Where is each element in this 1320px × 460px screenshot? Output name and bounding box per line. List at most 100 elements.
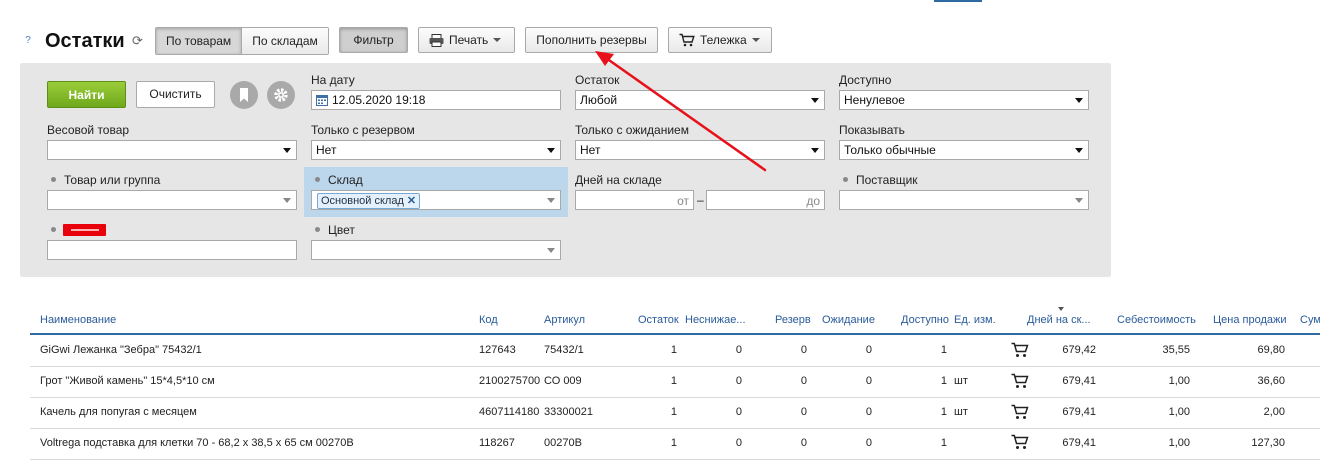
col-article[interactable]: Артикул	[544, 314, 585, 327]
available-value: Ненулевое	[844, 93, 905, 107]
table-row[interactable]: Voltrega подставка для клетки 70 - 68,2 …	[0, 429, 1320, 459]
available-label: Доступно	[839, 73, 892, 87]
bullet-icon	[315, 227, 320, 233]
table-header-divider	[30, 333, 1320, 335]
supplier-label-text: Поставщик	[856, 173, 918, 187]
cart-icon[interactable]	[1011, 342, 1029, 358]
clear-button[interactable]: Очистить	[136, 81, 215, 108]
cell-min-stock: 0	[735, 344, 742, 356]
cart-icon[interactable]	[1011, 373, 1029, 389]
tab-by-warehouses[interactable]: По складам	[241, 28, 328, 54]
cell-code: 4607114180	[479, 406, 540, 418]
date-value: 12.05.2020 19:18	[332, 93, 426, 107]
cell-days: 679,42	[1062, 344, 1096, 356]
available-select[interactable]: Ненулевое	[839, 90, 1089, 110]
find-button[interactable]: Найти	[47, 81, 126, 108]
product-select[interactable]	[47, 190, 297, 210]
color-label: Цвет	[315, 223, 355, 237]
cell-days: 679,41	[1062, 375, 1096, 387]
cell-price: 2,00	[1263, 406, 1285, 418]
col-cost[interactable]: Себестоимость	[1117, 314, 1196, 327]
col-price[interactable]: Цена продажи	[1213, 314, 1287, 327]
bookmark-icon[interactable]	[230, 81, 258, 109]
chevron-down-icon	[283, 148, 291, 153]
col-days[interactable]: Дней на ск...	[1027, 314, 1091, 327]
col-sum[interactable]: Сумм	[1300, 314, 1320, 327]
color-select[interactable]	[311, 240, 561, 260]
close-icon[interactable]: ✕	[407, 194, 416, 208]
cell-min-stock: 0	[735, 406, 742, 418]
days-from-input[interactable]: от	[575, 190, 694, 210]
table-row[interactable]: GiGwi Лежанка "Зебра" 75432/1 127643 754…	[0, 336, 1320, 366]
show-label: Показывать	[839, 123, 905, 137]
col-name[interactable]: Наименование	[40, 314, 116, 327]
cell-available: 1	[940, 344, 947, 356]
cell-stock: 1	[670, 344, 677, 356]
cell-name: Voltrega подставка для клетки 70 - 68,2 …	[40, 437, 354, 449]
cart-icon[interactable]	[1011, 404, 1029, 420]
cell-min-stock: 0	[735, 437, 742, 449]
table-row[interactable]: Грот "Живой камень" 15*4,5*10 см 2100275…	[0, 367, 1320, 397]
col-available[interactable]: Доступно	[901, 314, 949, 327]
chevron-down-icon	[751, 38, 760, 42]
cell-price: 36,60	[1257, 375, 1285, 387]
cell-code: 2100275700	[479, 375, 541, 387]
days-to-placeholder: до	[806, 194, 820, 208]
col-min-stock[interactable]: Неснижае...	[685, 314, 746, 327]
cell-code: 127643	[479, 344, 516, 356]
warehouse-label-text: Склад	[328, 173, 363, 187]
tab-by-products[interactable]: По товарам	[156, 28, 242, 54]
cell-code: 118267	[479, 437, 515, 449]
cell-stock: 1	[670, 406, 677, 418]
supplier-select[interactable]	[839, 190, 1089, 210]
col-reserve[interactable]: Резерв	[775, 314, 811, 327]
bullet-icon	[315, 177, 320, 183]
chevron-down-icon	[1075, 98, 1083, 103]
redacted-input[interactable]	[47, 240, 297, 260]
weight-select[interactable]	[47, 140, 297, 160]
show-value: Только обычные	[844, 143, 936, 157]
cell-expect: 0	[865, 344, 872, 356]
cell-reserve: 0	[800, 406, 807, 418]
chevron-down-icon	[1075, 148, 1083, 153]
col-stock[interactable]: Остаток	[638, 314, 679, 327]
col-code[interactable]: Код	[479, 314, 498, 327]
col-unit[interactable]: Ед. изм.	[954, 314, 996, 327]
cell-days: 679,41	[1062, 406, 1096, 418]
color-label-text: Цвет	[328, 223, 355, 237]
printer-icon	[429, 33, 444, 47]
days-to-input[interactable]: до	[706, 190, 825, 210]
warehouse-tag: Основной склад ✕	[317, 193, 421, 209]
warehouse-select[interactable]: Основной склад ✕	[311, 190, 561, 210]
table-row[interactable]: Качель для попугая с месяцем 4607114180 …	[0, 398, 1320, 428]
days-from-placeholder: от	[677, 194, 689, 208]
bullet-icon	[843, 177, 848, 183]
date-field[interactable]: 12.05.2020 19:18	[311, 90, 561, 110]
cell-article: СО 009	[544, 375, 582, 387]
cart-icon[interactable]	[1011, 434, 1029, 450]
weight-label: Весовой товар	[47, 123, 130, 137]
print-button[interactable]: Печать	[418, 27, 515, 53]
cell-available: 1	[940, 437, 947, 449]
cell-unit: шт	[954, 375, 968, 387]
date-label: На дату	[311, 73, 355, 87]
cell-price: 69,80	[1257, 344, 1285, 356]
gear-icon[interactable]	[267, 81, 295, 109]
refresh-icon[interactable]: ⟳	[132, 34, 146, 48]
col-expect[interactable]: Ожидание	[822, 314, 875, 327]
days-label: Дней на складе	[575, 173, 662, 187]
show-select[interactable]: Только обычные	[839, 140, 1089, 160]
chevron-down-icon	[547, 148, 555, 153]
help-icon[interactable]: ?	[22, 35, 34, 47]
warehouse-tag-text: Основной склад	[321, 195, 404, 207]
reserve-select[interactable]: Нет	[311, 140, 561, 160]
cell-price: 127,30	[1251, 437, 1285, 449]
cell-name: GiGwi Лежанка "Зебра" 75432/1	[40, 344, 202, 356]
redacted-label-mark	[63, 224, 106, 236]
cell-article: 75432/1	[544, 344, 584, 356]
product-label-text: Товар или группа	[64, 173, 161, 187]
cell-name: Качель для попугая с месяцем	[40, 406, 197, 418]
page-title: Остатки	[45, 30, 125, 52]
chevron-down-icon	[547, 198, 555, 203]
filter-button[interactable]: Фильтр	[339, 27, 408, 53]
